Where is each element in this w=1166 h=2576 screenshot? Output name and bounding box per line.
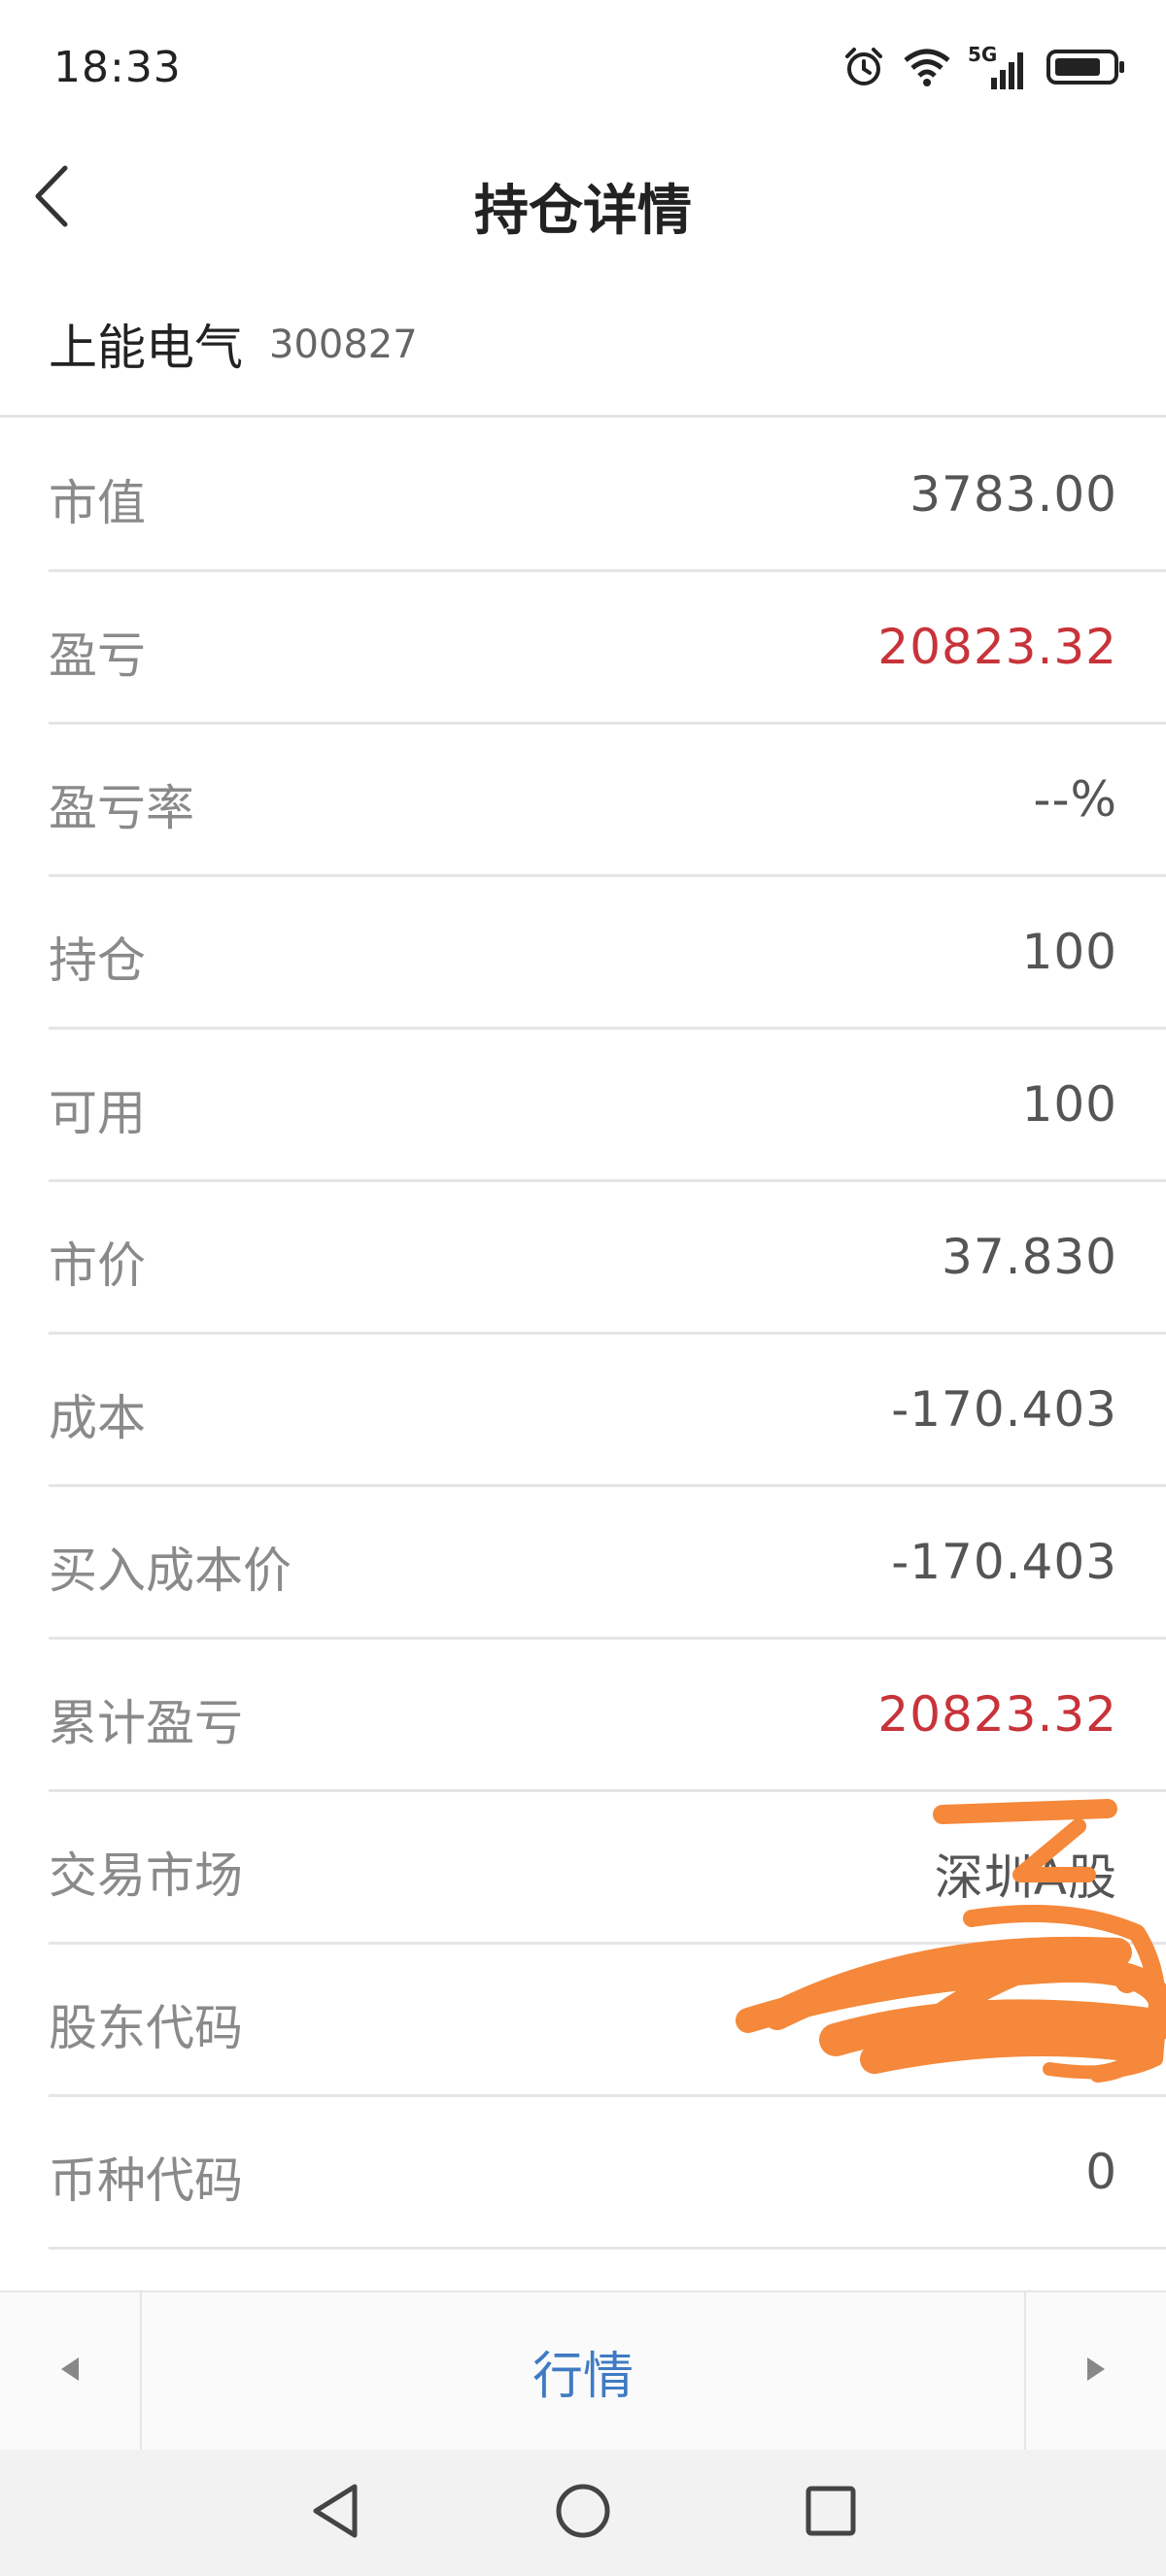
row-trading-market: 交易市场 深圳A股: [49, 1792, 1166, 1945]
row-value: 100: [1021, 924, 1117, 980]
row-value: 深圳A股: [934, 1849, 1117, 1906]
next-button[interactable]: [1024, 2292, 1166, 2450]
row-value: 20823.32: [877, 1686, 1117, 1743]
system-home-button[interactable]: [549, 2479, 617, 2547]
triangle-left-icon: [57, 2355, 83, 2388]
position-detail-list: 市值 3783.00 盈亏 20823.32 盈亏率 --% 持仓 100 可用…: [0, 420, 1166, 2250]
status-icons: 5G: [841, 43, 1127, 93]
nav-bar: 持仓详情: [0, 148, 1166, 249]
row-market-price: 市价 37.830: [49, 1182, 1166, 1335]
status-bar: 18:33 5G: [0, 0, 1166, 148]
row-cumulative-profit-loss: 累计盈亏 20823.32: [49, 1640, 1166, 1792]
wifi-icon: [902, 47, 952, 91]
battery-icon: [1046, 48, 1127, 90]
row-value: 3783.00: [909, 466, 1117, 523]
row-label: 币种代码: [49, 2152, 243, 2209]
back-triangle-icon: [308, 2482, 362, 2544]
5g-signal-icon: 5G: [968, 43, 1030, 91]
row-shareholder-code: 股东代码: [49, 1945, 1166, 2097]
row-label: 可用: [49, 1085, 146, 1141]
row-value: 100: [1021, 1076, 1117, 1133]
row-value: -170.403: [891, 1534, 1117, 1590]
row-market-value: 市值 3783.00: [49, 420, 1166, 572]
previous-button[interactable]: [0, 2292, 142, 2450]
status-time: 18:33: [53, 43, 182, 92]
row-label: 成本: [49, 1390, 146, 1446]
row-label: 市值: [49, 475, 146, 531]
row-value: 37.830: [942, 1229, 1117, 1285]
triangle-right-icon: [1083, 2355, 1109, 2388]
row-profit-loss: 盈亏 20823.32: [49, 572, 1166, 725]
row-value: --%: [1033, 771, 1117, 828]
row-label: 盈亏率: [49, 780, 194, 836]
row-value: 20823.32: [877, 619, 1117, 675]
system-back-button[interactable]: [301, 2479, 369, 2547]
row-buy-cost-price: 买入成本价 -170.403: [49, 1487, 1166, 1640]
row-label: 盈亏: [49, 627, 146, 684]
row-label: 市价: [49, 1237, 146, 1294]
row-holding: 持仓 100: [49, 877, 1166, 1030]
row-profit-loss-rate: 盈亏率 --%: [49, 725, 1166, 877]
alarm-icon: [841, 45, 886, 93]
row-value: -170.403: [891, 1381, 1117, 1438]
page-title: 持仓详情: [474, 180, 692, 243]
row-label: 累计盈亏: [49, 1695, 243, 1751]
system-recents-button[interactable]: [797, 2479, 865, 2547]
row-label: 持仓: [49, 932, 146, 989]
row-label: 买入成本价: [49, 1542, 292, 1599]
row-label: 股东代码: [49, 2000, 243, 2056]
recents-square-icon: [804, 2484, 858, 2542]
row-value: 0: [1085, 2144, 1117, 2200]
row-label: 交易市场: [49, 1847, 243, 1904]
row-available: 可用 100: [49, 1030, 1166, 1182]
stock-header: 上能电气 300827: [0, 291, 1166, 418]
row-currency-code: 币种代码 0: [49, 2097, 1166, 2250]
bottom-action-bar: 行情: [0, 2290, 1166, 2450]
market-quote-button[interactable]: 行情: [142, 2292, 1024, 2450]
row-cost: 成本 -170.403: [49, 1335, 1166, 1487]
home-circle-icon: [554, 2482, 612, 2544]
stock-name: 上能电气: [49, 320, 243, 376]
stock-code: 300827: [269, 322, 418, 367]
system-nav-bar: [0, 2450, 1166, 2576]
